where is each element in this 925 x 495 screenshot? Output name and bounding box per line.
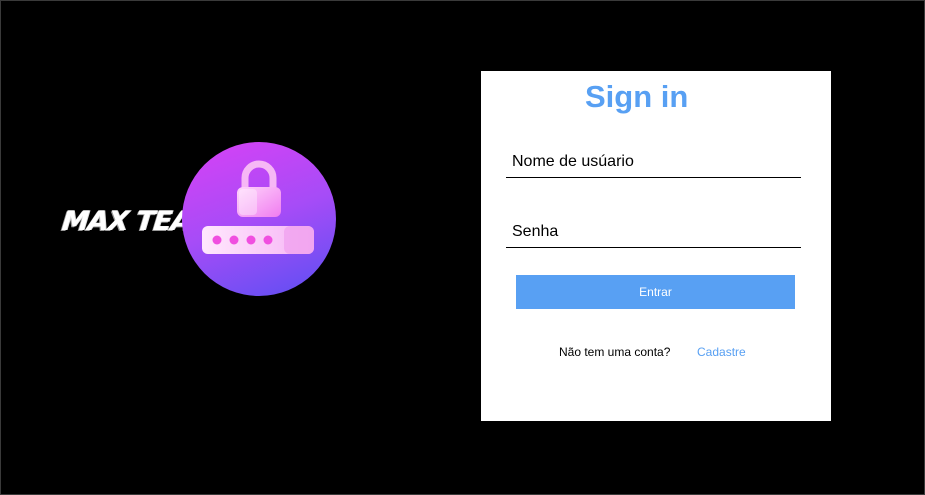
lock-password-icon <box>182 142 336 296</box>
username-field[interactable] <box>506 146 801 178</box>
login-card: Sign in Entrar Não tem uma conta? Cadast… <box>481 71 831 421</box>
sign-in-button[interactable]: Entrar <box>516 275 795 309</box>
no-account-label: Não tem uma conta? <box>559 345 671 359</box>
password-field[interactable] <box>506 216 801 248</box>
signup-link[interactable]: Cadastre <box>697 345 746 359</box>
page-title: Sign in <box>585 79 689 114</box>
brand-logo-text: MAX TEAM <box>60 206 219 237</box>
